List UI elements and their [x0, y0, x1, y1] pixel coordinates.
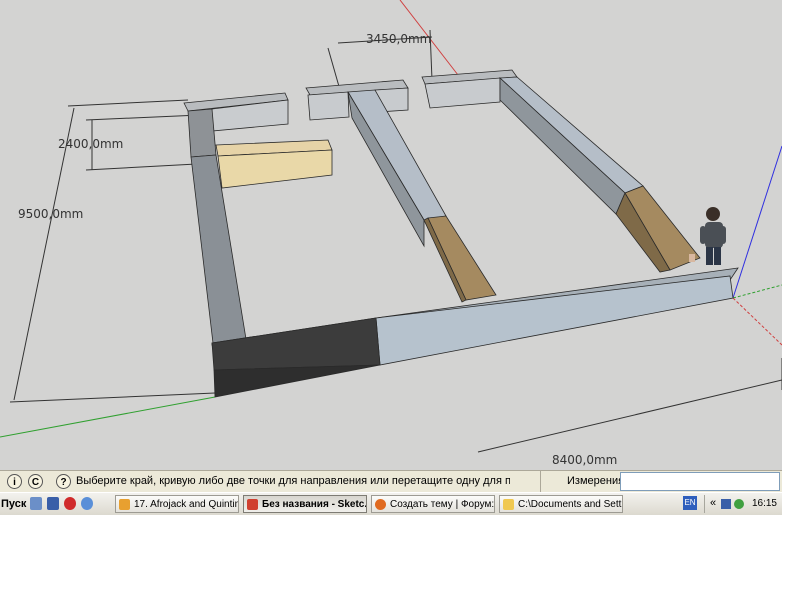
- green-axis: [0, 396, 216, 438]
- tray-app-icon[interactable]: [734, 499, 744, 509]
- opera-icon[interactable]: [64, 497, 76, 510]
- taskbar-window-2[interactable]: Без названия - Sketc...: [243, 495, 367, 513]
- status-bar: i C ? Выберите край, кривую либо две точ…: [0, 470, 782, 493]
- ie-icon[interactable]: [81, 497, 93, 510]
- tray-save-icon[interactable]: [721, 499, 731, 509]
- red-axis-dashed: [732, 297, 782, 346]
- tray-expand-icon[interactable]: «: [710, 497, 716, 509]
- start-button[interactable]: Пуск: [0, 495, 26, 513]
- save-icon[interactable]: [47, 497, 59, 510]
- show-desktop-icon[interactable]: [30, 497, 42, 510]
- credits-icon[interactable]: C: [28, 474, 43, 489]
- taskbar-window-3[interactable]: Создать тему | Форум: ...: [371, 495, 495, 513]
- dimension-side-label: 9500,0mm: [18, 207, 83, 221]
- dimension-bottom[interactable]: [477, 358, 782, 453]
- foundation-beams[interactable]: [183, 69, 739, 398]
- geo-location-icon[interactable]: i: [7, 474, 22, 489]
- measurements-input[interactable]: [620, 472, 780, 491]
- folder-icon: [503, 499, 514, 510]
- model-canvas[interactable]: 3450,0mm 2400,0mm 9500,0mm 8400,0mm: [0, 0, 782, 470]
- sketchup-icon: [247, 499, 258, 510]
- clock[interactable]: 16:15: [752, 495, 777, 513]
- dimension-top-label: 3450,0mm: [366, 32, 431, 46]
- measurements-label: Измерения: [540, 471, 624, 492]
- dimension-bottom-label: 8400,0mm: [552, 453, 617, 467]
- blue-axis: [732, 145, 782, 299]
- system-tray: « 16:15: [704, 495, 783, 513]
- person-figure-icon[interactable]: [689, 207, 726, 265]
- taskbar-window-4[interactable]: C:\Documents and Settin...: [499, 495, 623, 513]
- help-icon[interactable]: ?: [56, 474, 71, 489]
- taskbar-window-1[interactable]: 17. Afrojack and Quintin...: [115, 495, 239, 513]
- green-axis-dashed: [732, 284, 782, 299]
- firefox-icon: [375, 499, 386, 510]
- status-help-text: Выберите край, кривую либо две точки для…: [76, 475, 510, 487]
- language-indicator[interactable]: EN: [683, 496, 697, 510]
- windows-taskbar: Пуск 17. Afrojack and Quintin... Без наз…: [0, 492, 782, 515]
- sketchup-viewport[interactable]: 3450,0mm 2400,0mm 9500,0mm 8400,0mm: [0, 0, 782, 470]
- media-player-icon: [119, 499, 130, 510]
